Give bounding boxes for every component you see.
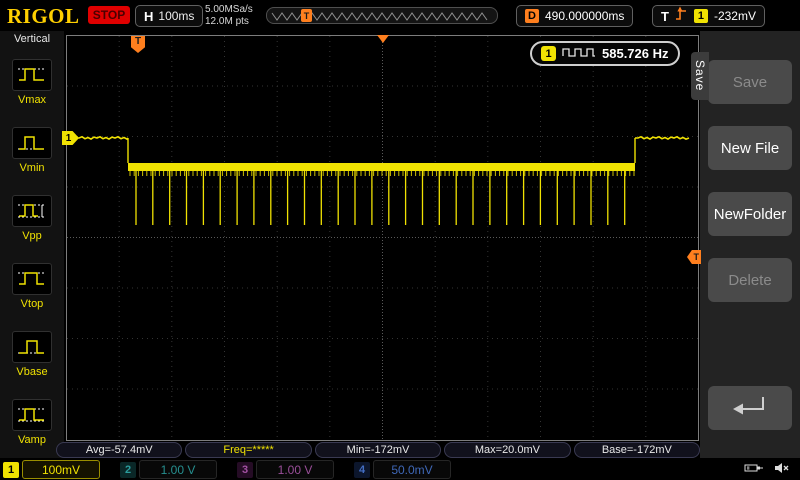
- channel3-status[interactable]: 3 1.00 V: [237, 460, 334, 479]
- measure-label: Vpp: [22, 229, 42, 242]
- h-label: H: [144, 8, 154, 24]
- menu-button-save[interactable]: Save: [708, 60, 792, 104]
- measure-item-vbase[interactable]: Vbase: [0, 320, 64, 388]
- channel2-scale: 1.00 V: [139, 460, 217, 479]
- counter-channel-badge: 1: [541, 46, 556, 61]
- top-status-bar: RIGOL STOP H 100ms 5.00MSa/s 12.0M pts T…: [0, 0, 800, 31]
- measure-item-vmax[interactable]: Vmax: [0, 48, 64, 116]
- vmax-icon: [12, 58, 52, 91]
- trigger-source-badge: 1: [693, 9, 708, 23]
- channel4-scale: 50.0mV: [373, 460, 451, 479]
- channel3-scale: 1.00 V: [256, 460, 334, 479]
- horizontal-timebase-box[interactable]: H 100ms: [135, 5, 204, 27]
- measure-label: Vamp: [18, 433, 46, 446]
- graticule-and-waveform: [66, 35, 699, 441]
- channel4-badge: 4: [354, 461, 370, 478]
- measure-item-vtop[interactable]: Vtop: [0, 252, 64, 320]
- delay-value: 490.000000ms: [545, 9, 625, 23]
- run-state-badge[interactable]: STOP: [88, 6, 130, 24]
- measure-item-vpp[interactable]: Vpp: [0, 184, 64, 252]
- channel1-status[interactable]: 1 100mV: [3, 460, 100, 479]
- sidebar-title: Vertical: [13, 33, 51, 45]
- speaker-muted-icon: [774, 461, 790, 479]
- channel-status-bar: 1 100mV 2 1.00 V 3 1.00 V 4 50.0mV: [0, 459, 800, 480]
- channel2-badge: 2: [120, 461, 136, 478]
- measure-item-vamp[interactable]: Vamp: [0, 388, 64, 456]
- timebase-value: 100ms: [158, 9, 195, 23]
- menu-button-new-folder[interactable]: NewFolder: [708, 192, 792, 236]
- measurement-min: Min=-172mV: [314, 442, 442, 458]
- horizontal-offset-box[interactable]: D 490.000000ms: [516, 5, 634, 27]
- measurement-readout-bar: Avg=-57.4mV Freq=***** Min=-172mV Max=20…: [56, 442, 701, 458]
- screen-center-indicator: [377, 35, 389, 43]
- rising-edge-icon: [675, 6, 688, 26]
- pulse-train-icon: [562, 45, 596, 63]
- channel2-status[interactable]: 2 1.00 V: [120, 460, 217, 479]
- usb-icon: [744, 461, 764, 479]
- measurement-max: Max=20.0mV: [444, 442, 571, 458]
- trigger-position-indicator[interactable]: T: [301, 9, 312, 22]
- measure-label: Vbase: [16, 365, 48, 378]
- menu-title-tab: Save: [691, 52, 709, 100]
- vamp-icon: [12, 398, 52, 431]
- return-arrow-icon: [727, 393, 773, 423]
- measurement-avg: Avg=-57.4mV: [56, 442, 183, 458]
- measure-label: Vmax: [17, 93, 47, 106]
- trigger-info-box[interactable]: T 1 -232mV: [652, 5, 765, 27]
- trigger-label: T: [661, 8, 669, 24]
- oscilloscope-screen: RIGOL STOP H 100ms 5.00MSa/s 12.0M pts T…: [0, 0, 800, 480]
- waveform-display: [66, 35, 700, 442]
- sample-rate: 5.00MSa/s: [205, 4, 253, 15]
- delay-label: D: [525, 9, 539, 23]
- vmin-icon: [12, 126, 52, 159]
- measure-item-vmin[interactable]: Vmin: [0, 116, 64, 184]
- counter-value: 585.726 Hz: [602, 46, 669, 61]
- measure-label: Vtop: [20, 297, 44, 310]
- menu-button-back[interactable]: [708, 386, 792, 430]
- vtop-icon: [12, 262, 52, 295]
- channel1-scale: 100mV: [22, 460, 100, 479]
- memory-depth: 12.0M pts: [205, 15, 249, 27]
- menu-button-delete[interactable]: Delete: [708, 258, 792, 302]
- measurement-base: Base=-172mV: [573, 442, 701, 458]
- frequency-counter: 1 585.726 Hz: [530, 41, 680, 66]
- acquisition-info: 5.00MSa/s 12.0M pts: [205, 4, 253, 27]
- channel3-badge: 3: [237, 461, 253, 478]
- channel1-badge: 1: [3, 461, 19, 478]
- vertical-measure-sidebar: Vertical Vmax Vmin Vpp Vtop Vbase Vamp: [0, 31, 64, 458]
- menu-button-new-file[interactable]: New File: [708, 126, 792, 170]
- softkey-menu: Save New File NewFolder Delete: [700, 31, 800, 458]
- status-icons: [744, 461, 790, 479]
- vbase-icon: [12, 330, 52, 363]
- trigger-level-value: -232mV: [713, 9, 756, 23]
- horizontal-position-bar[interactable]: T: [266, 7, 498, 24]
- measure-label: Vmin: [19, 161, 45, 174]
- measurement-freq: Freq=*****: [185, 442, 312, 458]
- channel4-status[interactable]: 4 50.0mV: [354, 460, 451, 479]
- rigol-logo: RIGOL: [7, 4, 80, 28]
- vpp-icon: [12, 194, 52, 227]
